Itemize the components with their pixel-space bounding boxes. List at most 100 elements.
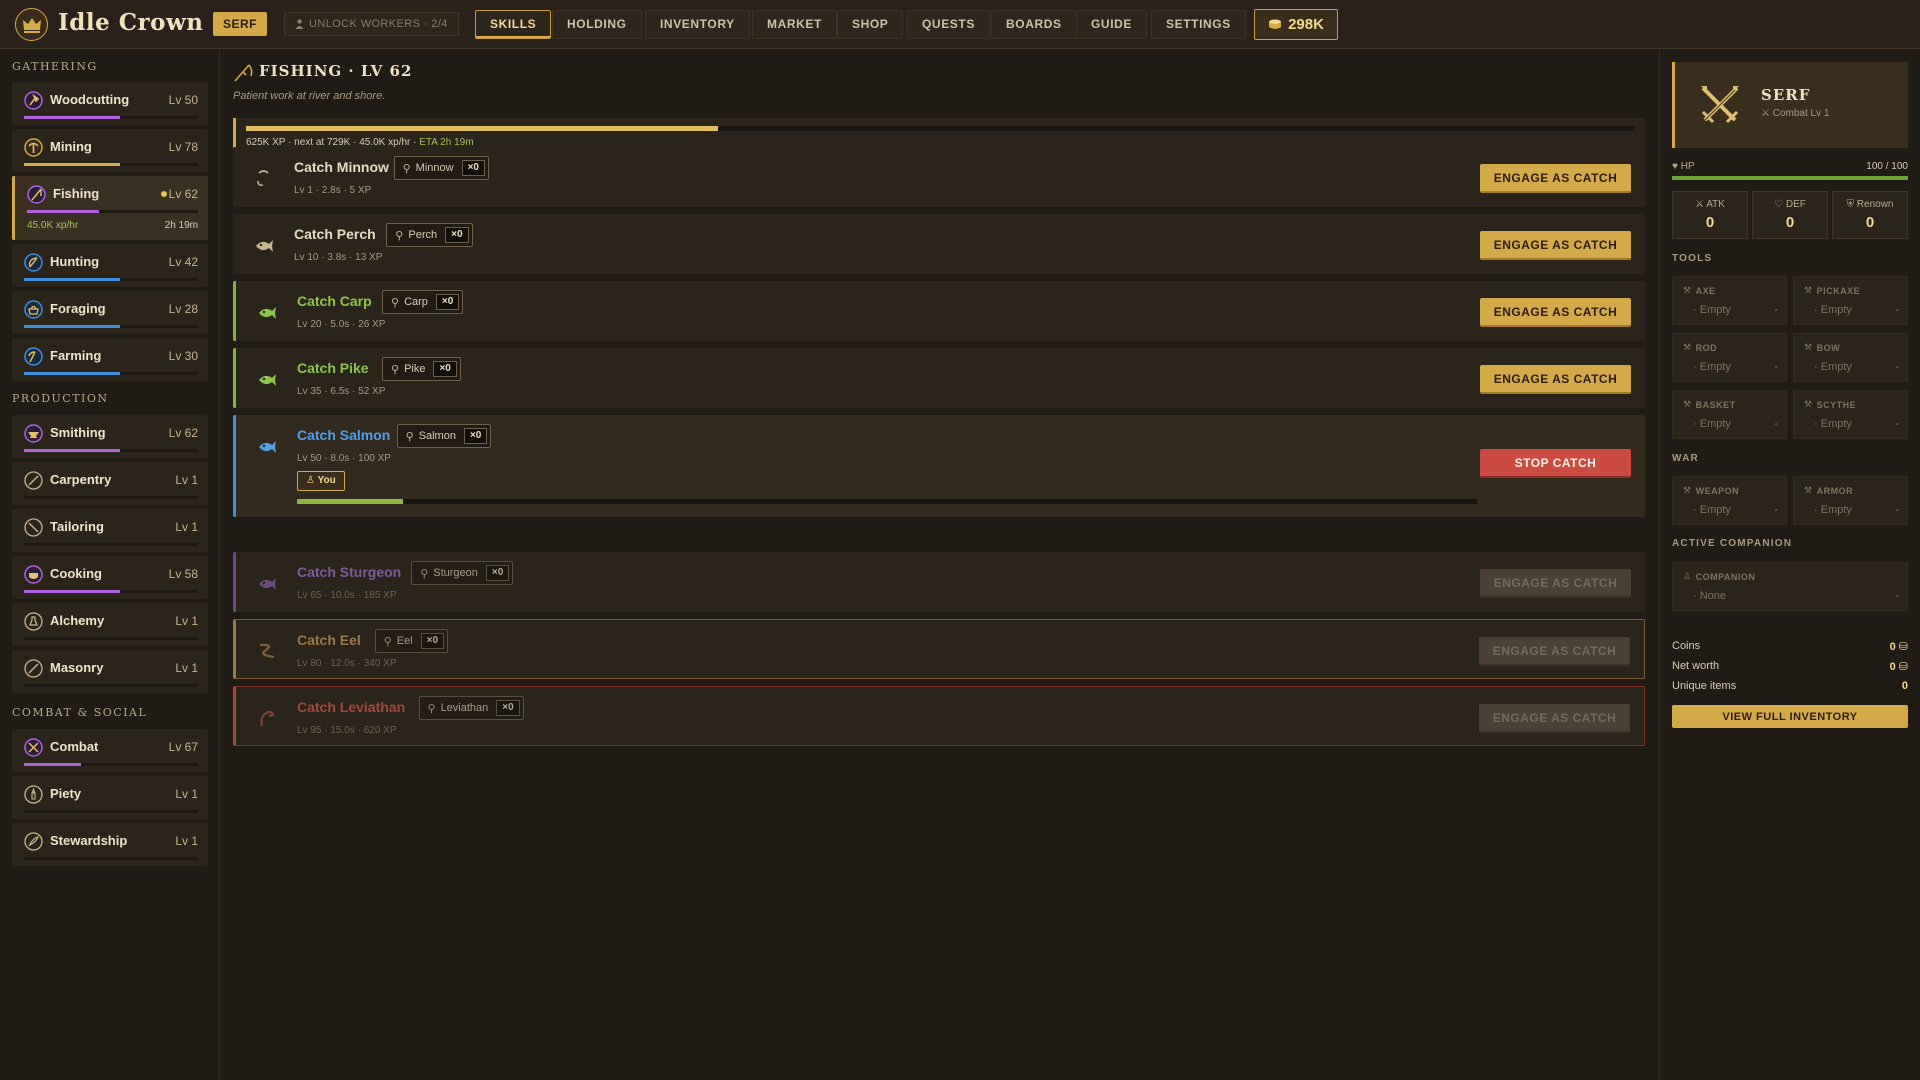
- tab-market[interactable]: MARKET: [752, 10, 837, 39]
- character-name: SERF: [1761, 86, 1811, 104]
- tab-skills[interactable]: SKILLS: [475, 10, 552, 39]
- sidebar-item-foraging[interactable]: Foraging Lv 28: [12, 291, 208, 334]
- sidebar-item-cooking[interactable]: Cooking Lv 58: [12, 556, 208, 599]
- character-subtitle: ⚔ Combat Lv 1: [1761, 108, 1830, 119]
- engage-catch-button[interactable]: ENGAGE AS CATCH: [1480, 164, 1631, 193]
- stat-label: ♡ DEF: [1753, 199, 1827, 210]
- skill-name: Tailoring: [50, 519, 104, 534]
- action-title: Catch Leviathan: [297, 699, 406, 715]
- slot-value-text: Empty: [1699, 504, 1731, 516]
- tab-shop[interactable]: SHOP: [837, 10, 904, 39]
- engage-catch-button[interactable]: ENGAGE AS CATCH: [1480, 231, 1631, 260]
- sidebar-item-fishing[interactable]: Fishing Lv 62 45.0K xp/hr 2h 19m: [12, 176, 208, 240]
- item-name: Pike: [404, 363, 426, 375]
- summary-unique-items: Unique items 0: [1672, 680, 1908, 692]
- tab-guide[interactable]: GUIDE: [1076, 10, 1148, 39]
- engage-catch-button[interactable]: ENGAGE AS CATCH: [1479, 637, 1630, 666]
- slot-axe[interactable]: ⚒ AXE · Empty -: [1672, 276, 1787, 325]
- slot-label: ⚒ SCYTHE: [1804, 399, 1856, 410]
- rod-icon: ⚒: [1683, 342, 1692, 352]
- slot-label: ⚒ ROD: [1683, 342, 1717, 353]
- view-full-inventory-button[interactable]: VIEW FULL INVENTORY: [1672, 705, 1908, 728]
- slot-action: -: [1774, 304, 1778, 316]
- sidebar-item-masonry[interactable]: Masonry Lv 1: [12, 650, 208, 693]
- slot-label-text: BASKET: [1695, 399, 1736, 410]
- sidebar-item-piety[interactable]: Piety Lv 1: [12, 776, 208, 819]
- sidebar-item-carpentry[interactable]: Carpentry Lv 1: [12, 462, 208, 505]
- item-fish-icon: ⚲: [405, 430, 414, 443]
- person-icon: [295, 19, 304, 29]
- engage-catch-button[interactable]: ENGAGE AS CATCH: [1479, 704, 1630, 733]
- engage-catch-button[interactable]: ENGAGE AS CATCH: [1480, 298, 1631, 327]
- slot-bow[interactable]: ⚒ BOW · Empty -: [1793, 333, 1908, 382]
- sidebar-item-mining[interactable]: Mining Lv 78: [12, 129, 208, 172]
- slot-action: -: [1895, 304, 1899, 316]
- section-gathering: GATHERING: [12, 60, 98, 73]
- slot-basket[interactable]: ⚒ BASKET · Empty -: [1672, 390, 1787, 439]
- tab-settings[interactable]: SETTINGS: [1151, 10, 1246, 39]
- sidebar-item-tailoring[interactable]: Tailoring Lv 1: [12, 509, 208, 552]
- slot-label-text: PICKAXE: [1816, 285, 1861, 296]
- skill-progress: [24, 543, 198, 546]
- slot-action: -: [1895, 418, 1899, 430]
- slot-value-text: Empty: [1820, 418, 1852, 430]
- sidebar-item-hunting[interactable]: Hunting Lv 42: [12, 244, 208, 287]
- item-fish-icon: ⚲: [402, 162, 411, 175]
- skill-level: Lv 62: [168, 187, 198, 201]
- summary-value: 0 ⛁: [1890, 660, 1908, 673]
- sidebar-item-stewardship[interactable]: Stewardship Lv 1: [12, 823, 208, 866]
- sidebar-item-combat[interactable]: Combat Lv 67: [12, 729, 208, 772]
- tab-boards[interactable]: BOARDS: [991, 10, 1077, 39]
- slot-armor[interactable]: ⚒ ARMOR · Empty -: [1793, 476, 1908, 525]
- slot-weapon[interactable]: ⚒ WEAPON · Empty -: [1672, 476, 1787, 525]
- slot-pickaxe[interactable]: ⚒ PICKAXE · Empty -: [1793, 276, 1908, 325]
- action-card-perch: Catch Perch ⚲ Perch ×0 Lv 10 · 3.8s · 13…: [233, 214, 1645, 274]
- tab-quests[interactable]: QUESTS: [907, 10, 990, 39]
- anvil-icon: [24, 424, 43, 443]
- eel-icon: [256, 640, 278, 662]
- item-quantity: ×0: [463, 428, 488, 444]
- engage-catch-button[interactable]: ENGAGE AS CATCH: [1480, 365, 1631, 394]
- slot-rod[interactable]: ⚒ ROD · Empty -: [1672, 333, 1787, 382]
- sidebar-item-alchemy[interactable]: Alchemy Lv 1: [12, 603, 208, 646]
- skill-progress: [24, 325, 198, 328]
- skill-progress: [24, 449, 198, 452]
- page-title: FISHING · LV 62: [259, 62, 413, 80]
- combat-level-text: Combat Lv 1: [1772, 108, 1830, 119]
- basket-icon: ⚒: [1683, 399, 1692, 409]
- item-name: Sturgeon: [433, 567, 478, 579]
- summary-label: Net worth: [1672, 660, 1720, 672]
- skill-level: Lv 67: [168, 740, 198, 754]
- hp-bar: [1672, 176, 1908, 180]
- stat-label: ⚔ ATK: [1673, 199, 1747, 210]
- person-icon: ♙: [1683, 571, 1692, 581]
- coin-icon: ⛁: [1898, 641, 1908, 653]
- engage-catch-button[interactable]: ENGAGE AS CATCH: [1480, 569, 1631, 598]
- item-chip: ⚲ Pike ×0: [382, 357, 461, 381]
- skill-level: Lv 1: [175, 834, 198, 848]
- slot-label: ⚒ AXE: [1683, 285, 1716, 296]
- tab-inventory[interactable]: INVENTORY: [645, 10, 750, 39]
- stop-catch-button[interactable]: STOP CATCH: [1480, 449, 1631, 478]
- tab-holding[interactable]: HOLDING: [552, 10, 642, 39]
- sidebar-item-farming[interactable]: Farming Lv 30: [12, 338, 208, 381]
- item-quantity: ×0: [485, 565, 510, 581]
- companion-slot[interactable]: ♙ COMPANION · None -: [1672, 562, 1908, 611]
- character-card: SERF ⚔ Combat Lv 1: [1672, 62, 1908, 148]
- sidebar-item-woodcutting[interactable]: Woodcutting Lv 50: [12, 82, 208, 125]
- item-chip: ⚲ Eel ×0: [374, 629, 449, 653]
- sidebar-item-smithing[interactable]: Smithing Lv 62: [12, 415, 208, 458]
- skill-level: Lv 62: [168, 426, 198, 440]
- scythe-icon: [24, 347, 43, 366]
- skill-level: Lv 58: [168, 567, 198, 581]
- action-card-sturgeon: Catch Sturgeon ⚲ Sturgeon ×0 Lv 65 · 10.…: [233, 552, 1645, 612]
- action-title: Catch Eel: [297, 632, 361, 648]
- coins-button[interactable]: 298K: [1254, 9, 1338, 40]
- skill-progress: [24, 372, 198, 375]
- unlock-workers-button[interactable]: UNLOCK WORKERS · 2/4: [284, 12, 459, 36]
- stat-renown: ⛨ Renown 0: [1832, 191, 1908, 239]
- coin-stack-icon: [1269, 19, 1282, 29]
- action-meta: Lv 95 · 15.0s · 620 XP: [297, 725, 397, 736]
- slot-scythe[interactable]: ⚒ SCYTHE · Empty -: [1793, 390, 1908, 439]
- axe-icon: [24, 91, 43, 110]
